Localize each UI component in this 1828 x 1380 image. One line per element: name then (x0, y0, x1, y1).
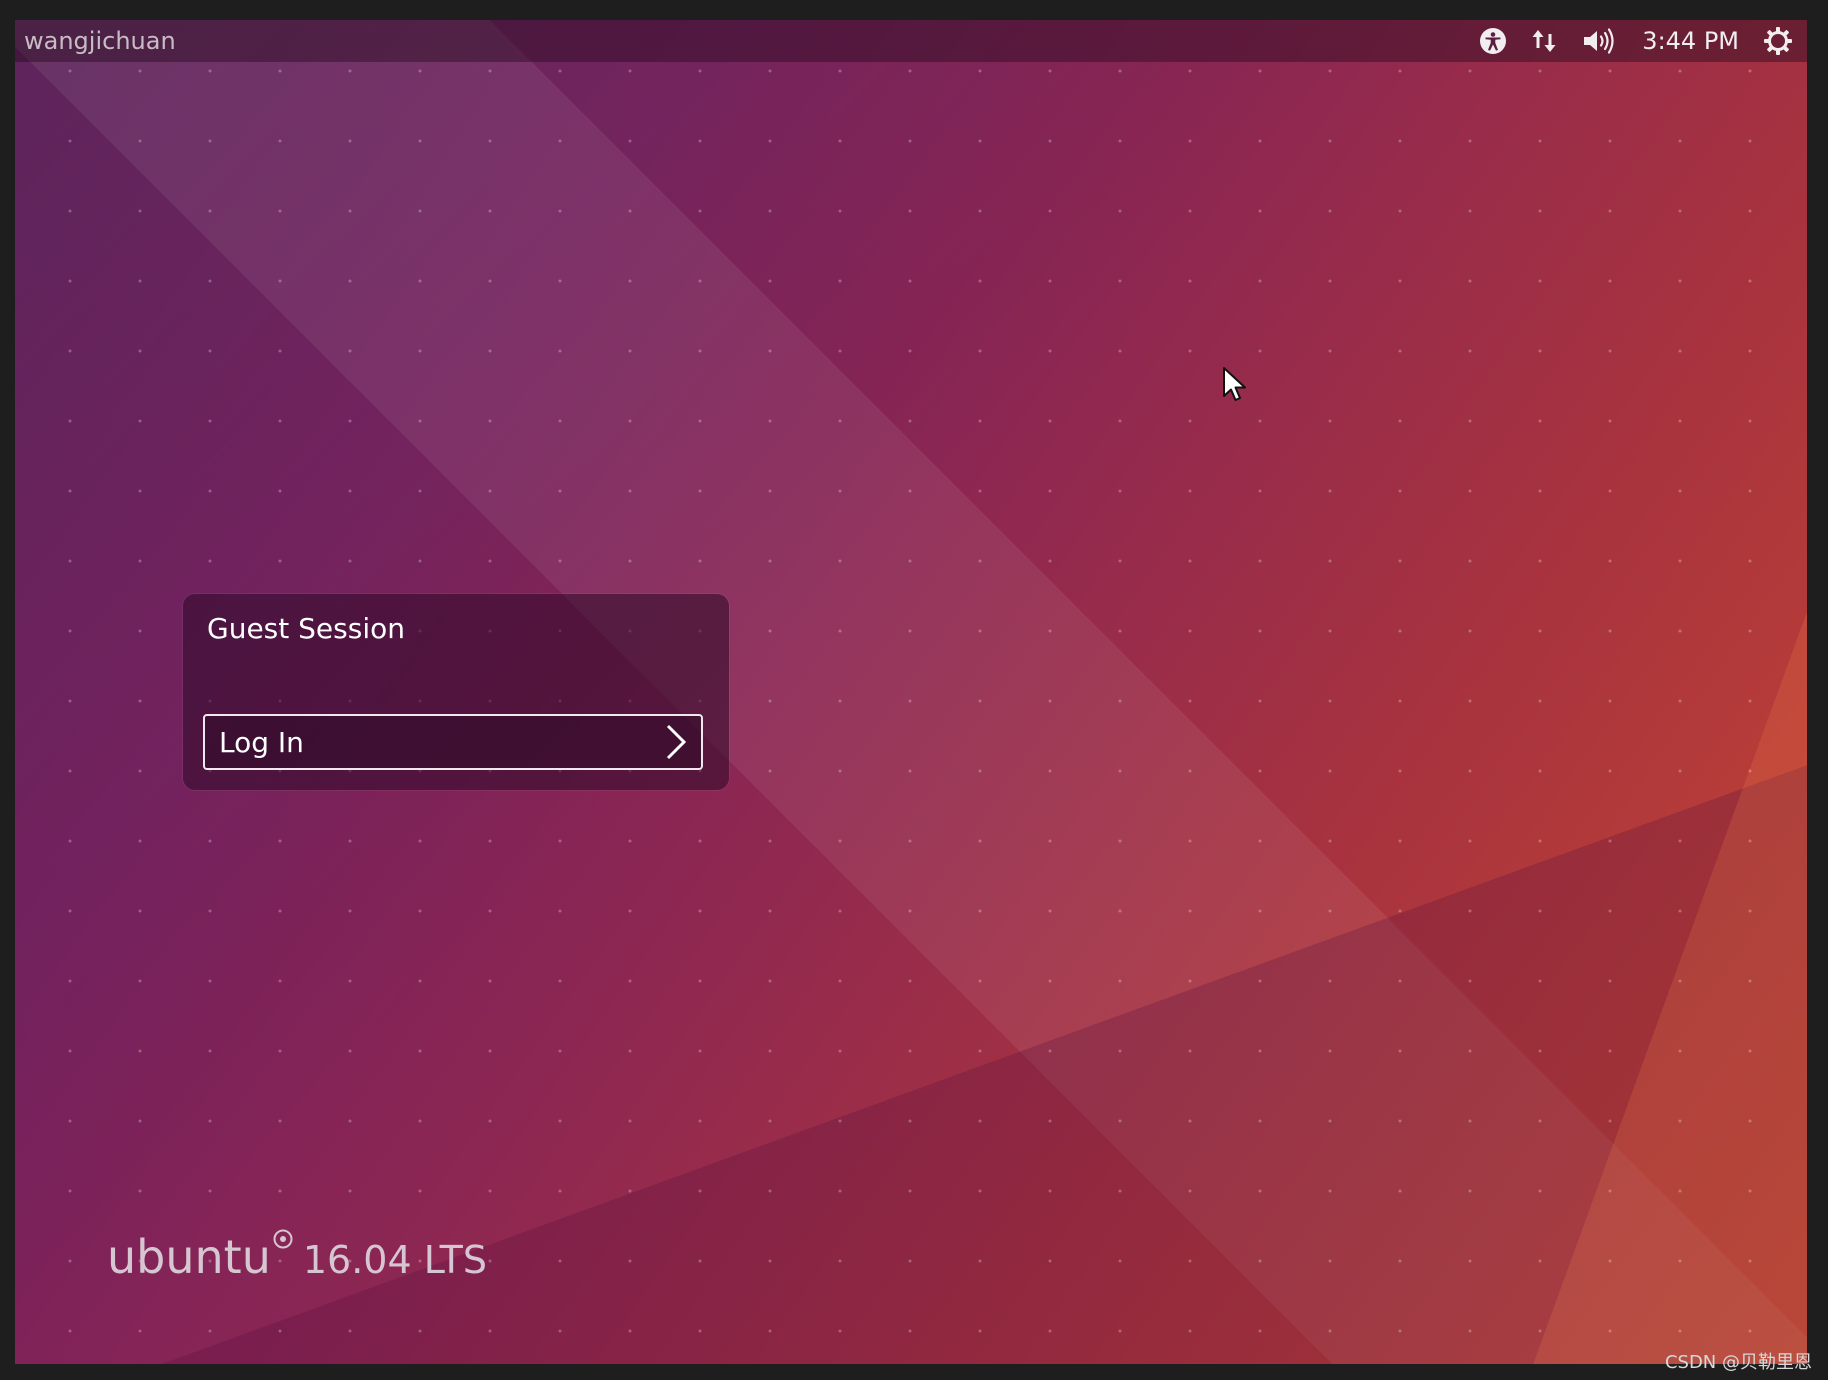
mouse-pointer-icon (1222, 366, 1248, 408)
clock-label[interactable]: 3:44 PM (1642, 27, 1739, 55)
log-in-label: Log In (219, 725, 304, 759)
login-greeter-box: Guest Session Log In (183, 594, 729, 790)
power-icon[interactable] (1761, 20, 1795, 62)
user-name-label[interactable]: Guest Session (207, 612, 405, 645)
indicator-area: 3:44 PM (1476, 20, 1795, 62)
network-icon[interactable] (1528, 20, 1562, 62)
chevron-right-icon (665, 724, 687, 760)
hostname-label: wangjichuan (24, 27, 176, 55)
version-label: 16.04 LTS (302, 1238, 487, 1282)
ubuntu-logo: ubuntu 16.04 LTS (107, 1229, 487, 1284)
log-in-button[interactable]: Log In (203, 714, 703, 770)
accessibility-icon[interactable] (1476, 20, 1510, 62)
login-screen: wangjichuan 3:44 PM Guest Session Log In… (15, 20, 1807, 1364)
brand-word: ubuntu (107, 1230, 271, 1284)
watermark-label: CSDN @贝勒里恩 (1664, 1352, 1812, 1373)
volume-icon[interactable] (1580, 20, 1620, 62)
top-panel: wangjichuan 3:44 PM (15, 20, 1807, 62)
circle-of-friends-icon (273, 1229, 293, 1253)
